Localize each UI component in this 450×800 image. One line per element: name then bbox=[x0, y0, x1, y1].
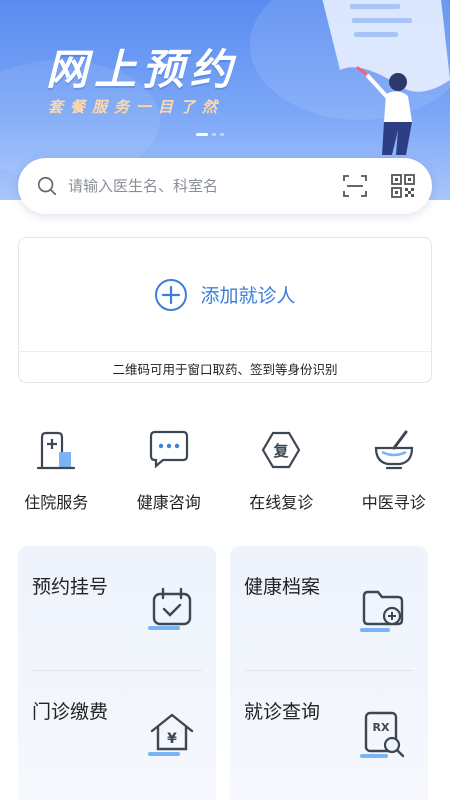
search-input[interactable] bbox=[68, 177, 334, 195]
search-bar[interactable] bbox=[18, 158, 432, 214]
quick-item-consult[interactable]: 健康咨询 bbox=[113, 428, 226, 518]
quick-item-revisit[interactable]: 复 在线复诊 bbox=[225, 428, 338, 518]
quick-item-tcm[interactable]: 中医寻诊 bbox=[338, 428, 450, 518]
banner-title: 网上预约 bbox=[46, 45, 239, 94]
qr-usage-note: 二维码可用于窗口取药、签到等身份识别 bbox=[112, 361, 338, 377]
visit-query-label: 就诊查询 bbox=[244, 701, 321, 723]
health-records-label: 健康档案 bbox=[244, 576, 321, 598]
add-circle-icon bbox=[155, 278, 188, 311]
patient-card: 添加就诊人 二维码可用于窗口取药、签到等身份识别 bbox=[18, 237, 432, 383]
quick-services: 住院服务 健康咨询 复 在线复诊 中医寻诊 bbox=[0, 428, 450, 518]
folder-add-icon bbox=[360, 590, 404, 632]
chat-bubble-icon bbox=[149, 430, 188, 469]
svg-text:复: 复 bbox=[273, 442, 290, 460]
scan-icon[interactable] bbox=[342, 173, 368, 199]
carousel-indicator[interactable] bbox=[196, 133, 224, 136]
payment-label: 门诊缴费 bbox=[32, 701, 109, 723]
quick-item-label: 在线复诊 bbox=[249, 493, 314, 512]
services-card-left: 预约挂号 门诊缴费 ¥ bbox=[18, 546, 216, 800]
health-records-tile[interactable]: 健康档案 bbox=[230, 546, 428, 670]
rx-search-icon: RX bbox=[360, 711, 405, 758]
svg-text:¥: ¥ bbox=[167, 731, 177, 747]
payment-tile[interactable]: 门诊缴费 ¥ bbox=[18, 671, 216, 795]
svg-text:RX: RX bbox=[373, 721, 390, 734]
appointment-tile[interactable]: 预约挂号 bbox=[18, 546, 216, 670]
qr-code-icon[interactable] bbox=[390, 173, 416, 199]
add-patient-label: 添加就诊人 bbox=[200, 285, 296, 307]
doctor-illustration bbox=[322, 0, 450, 155]
quick-item-label: 健康咨询 bbox=[136, 493, 201, 512]
services-card-right: 健康档案 就诊查询 RX bbox=[230, 546, 428, 800]
quick-item-label: 住院服务 bbox=[24, 493, 89, 512]
carousel-dot[interactable] bbox=[220, 133, 224, 136]
carousel-dot[interactable] bbox=[196, 133, 208, 136]
search-icon bbox=[37, 176, 57, 196]
quick-item-inpatient[interactable]: 住院服务 bbox=[0, 428, 113, 518]
quick-item-label: 中医寻诊 bbox=[361, 493, 426, 512]
mortar-pestle-icon bbox=[374, 430, 413, 470]
calendar-check-icon bbox=[148, 587, 192, 630]
revisit-icon: 复 bbox=[261, 431, 301, 469]
carousel-dot[interactable] bbox=[212, 133, 216, 136]
hospital-bed-icon bbox=[37, 431, 76, 470]
appointment-label: 预约挂号 bbox=[32, 576, 109, 598]
visit-query-tile[interactable]: 就诊查询 RX bbox=[230, 671, 428, 795]
add-patient-button[interactable]: 添加就诊人 bbox=[19, 238, 431, 351]
banner-subtitle: 套餐服务一目了然 bbox=[48, 98, 225, 116]
house-yuan-icon: ¥ bbox=[148, 713, 194, 756]
